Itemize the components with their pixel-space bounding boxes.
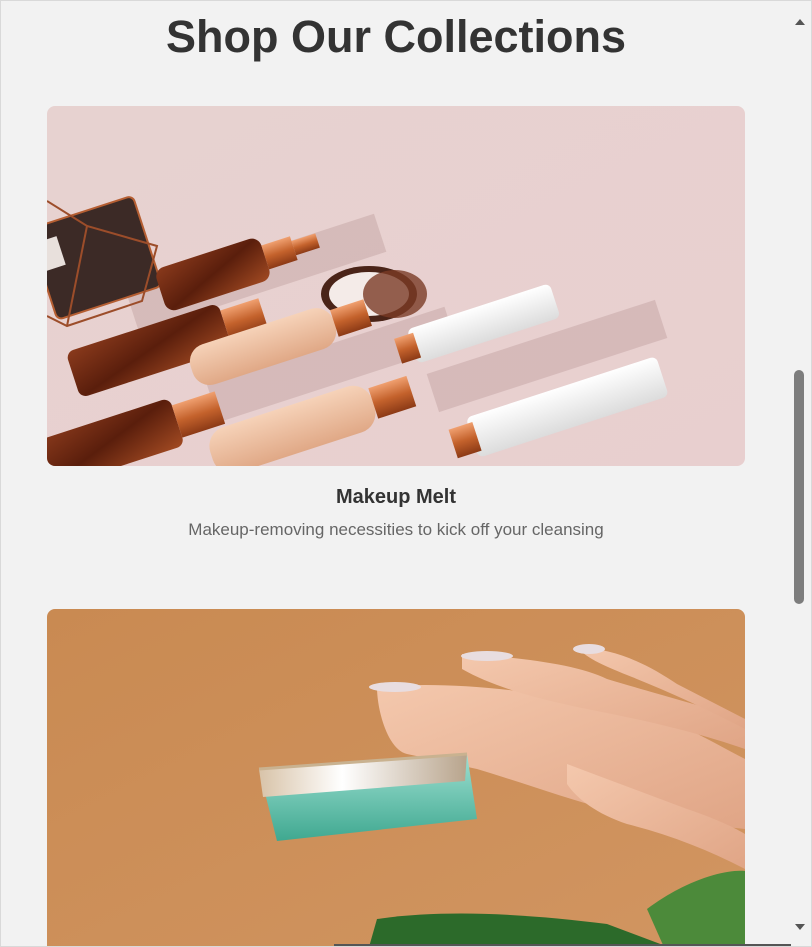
collection-card-2[interactable] xyxy=(47,609,745,946)
scroll-up-arrow-icon[interactable] xyxy=(795,19,805,25)
collection-image[interactable] xyxy=(47,106,745,466)
collection-description: Makeup-removing necessities to kick off … xyxy=(188,520,604,539)
scroll-thumb[interactable] xyxy=(794,370,804,604)
page-content: Shop Our Collections Makeup Melt Makeup-… xyxy=(1,1,791,946)
bottom-edge-divider xyxy=(334,944,791,946)
collection-image[interactable] xyxy=(47,609,745,946)
browser-window: Shop Our Collections Makeup Melt Makeup-… xyxy=(0,0,812,947)
hand-holding-jar-photo xyxy=(47,609,745,946)
vertical-scrollbar[interactable] xyxy=(791,1,811,946)
collection-title[interactable]: Makeup Melt xyxy=(47,484,745,510)
scroll-down-arrow-icon[interactable] xyxy=(795,924,805,930)
collection-card-makeup-melt[interactable]: Makeup Melt Makeup-removing necessities … xyxy=(47,106,745,541)
cosmetic-bottles-photo xyxy=(47,106,745,466)
page-title: Shop Our Collections xyxy=(165,11,627,62)
